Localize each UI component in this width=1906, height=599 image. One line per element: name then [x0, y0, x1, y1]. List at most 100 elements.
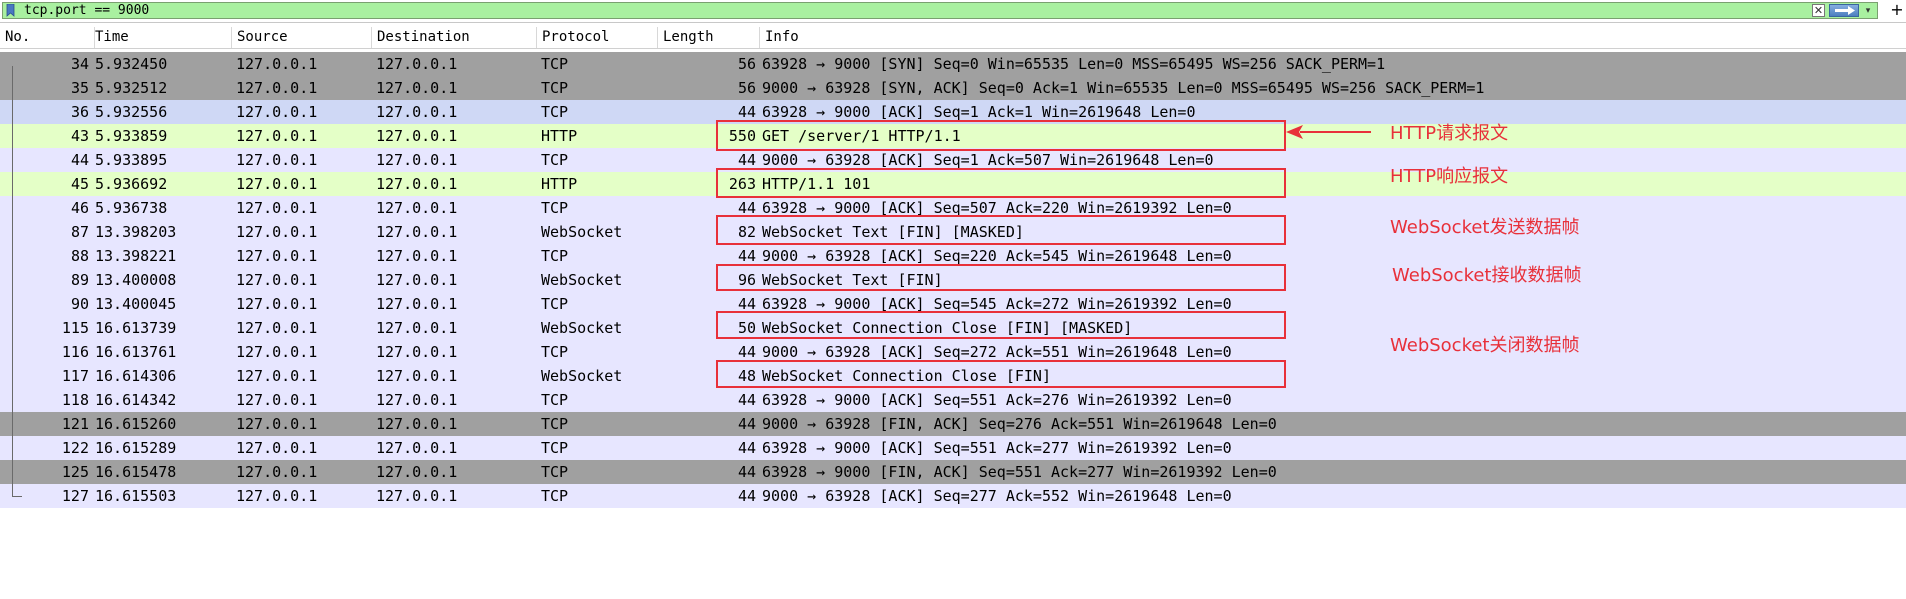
packet-time: 5.933859 [95, 127, 168, 145]
packet-protocol: WebSocket [541, 319, 623, 337]
packet-time: 5.932512 [95, 79, 168, 97]
packet-source: 127.0.0.1 [236, 271, 318, 289]
packet-number: 89 [70, 271, 89, 289]
bookmark-icon[interactable] [6, 4, 15, 17]
packet-info: 63928 → 9000 [ACK] Seq=551 Ack=277 Win=2… [762, 439, 1232, 457]
packet-protocol: TCP [541, 415, 569, 433]
packet-length: 44 [737, 487, 756, 505]
display-filter-input[interactable]: tcp.port == 9000 ✕ ▾ [2, 2, 1878, 19]
packet-destination: 127.0.0.1 [376, 247, 458, 265]
packet-source: 127.0.0.1 [236, 463, 318, 481]
filter-history-dropdown[interactable]: ▾ [1863, 5, 1873, 17]
column-header-destination[interactable]: Destination [372, 27, 537, 48]
packet-source: 127.0.0.1 [236, 151, 318, 169]
packet-row[interactable]: 34 5.932450 127.0.0.1 127.0.0.1 TCP 56 63928 →… [0, 52, 1906, 76]
column-header-protocol[interactable]: Protocol [537, 27, 658, 48]
packet-info: 63928 → 9000 [SYN] Seq=0 Win=65535 Len=0… [762, 55, 1386, 73]
highlight-box-http-response [716, 168, 1286, 198]
packet-row[interactable]: 125 16.615478 127.0.0.1 127.0.0.1 TCP 44 63928… [0, 460, 1906, 484]
filter-text: tcp.port == 9000 [24, 3, 150, 18]
highlight-box-ws-send [716, 215, 1286, 245]
packet-protocol: TCP [541, 295, 569, 313]
packet-source: 127.0.0.1 [236, 415, 318, 433]
add-filter-button[interactable]: + [1890, 1, 1904, 19]
packet-time: 13.398203 [95, 223, 177, 241]
packet-destination: 127.0.0.1 [376, 439, 458, 457]
packet-destination: 127.0.0.1 [376, 55, 458, 73]
packet-list-header: No. Time Source Destination Protocol Len… [0, 27, 1906, 49]
packet-source: 127.0.0.1 [236, 391, 318, 409]
packet-protocol: TCP [541, 391, 569, 409]
packet-destination: 127.0.0.1 [376, 487, 458, 505]
packet-destination: 127.0.0.1 [376, 367, 458, 385]
packet-row[interactable]: 121 16.615260 127.0.0.1 127.0.0.1 TCP 44 9000 … [0, 412, 1906, 436]
annotation-ws-close: WebSocket关闭数据帧 [1390, 335, 1580, 356]
packet-number: 36 [70, 103, 89, 121]
packet-time: 16.614306 [95, 367, 177, 385]
packet-number: 115 [61, 319, 89, 337]
packet-protocol: TCP [541, 439, 569, 457]
packet-info: 63928 → 9000 [ACK] Seq=551 Ack=276 Win=2… [762, 391, 1232, 409]
packet-number: 125 [61, 463, 89, 481]
column-header-info[interactable]: Info [760, 27, 1906, 48]
packet-time: 16.615478 [95, 463, 177, 481]
column-header-length[interactable]: Length [658, 27, 760, 48]
packet-time: 13.398221 [95, 247, 177, 265]
highlight-box-ws-close-1 [716, 311, 1286, 339]
packet-row[interactable]: 122 16.615289 127.0.0.1 127.0.0.1 TCP 44 63928… [0, 436, 1906, 460]
annotation-ws-send: WebSocket发送数据帧 [1390, 217, 1580, 238]
packet-protocol: TCP [541, 343, 569, 361]
packet-destination: 127.0.0.1 [376, 151, 458, 169]
packet-number: 122 [61, 439, 89, 457]
close-icon: ✕ [1813, 4, 1824, 17]
packet-number: 88 [70, 247, 89, 265]
packet-number: 90 [70, 295, 89, 313]
packet-number: 45 [70, 175, 89, 193]
packet-source: 127.0.0.1 [236, 343, 318, 361]
packet-destination: 127.0.0.1 [376, 271, 458, 289]
packet-protocol: TCP [541, 79, 569, 97]
packet-time: 5.936692 [95, 175, 168, 193]
packet-destination: 127.0.0.1 [376, 127, 458, 145]
packet-length: 56 [737, 55, 756, 73]
packet-protocol: WebSocket [541, 223, 623, 241]
highlight-box-ws-receive [716, 264, 1286, 291]
column-header-no[interactable]: No. [0, 27, 95, 48]
packet-time: 16.613739 [95, 319, 177, 337]
packet-length: 44 [737, 463, 756, 481]
packet-destination: 127.0.0.1 [376, 295, 458, 313]
plus-icon: + [1890, 0, 1904, 19]
packet-protocol: TCP [541, 103, 569, 121]
packet-destination: 127.0.0.1 [376, 79, 458, 97]
apply-filter-button[interactable] [1829, 4, 1859, 17]
packet-protocol: TCP [541, 55, 569, 73]
packet-time: 5.932450 [95, 55, 168, 73]
packet-protocol: TCP [541, 247, 569, 265]
packet-source: 127.0.0.1 [236, 175, 318, 193]
packet-time: 5.936738 [95, 199, 168, 217]
packet-destination: 127.0.0.1 [376, 319, 458, 337]
conversation-tree-end [12, 496, 22, 497]
packet-row[interactable]: 127 16.615503 127.0.0.1 127.0.0.1 TCP 44 9000 … [0, 484, 1906, 508]
packet-number: 43 [70, 127, 89, 145]
packet-time: 16.615260 [95, 415, 177, 433]
column-header-time[interactable]: Time [90, 27, 232, 48]
packet-info: 9000 → 63928 [ACK] Seq=277 Ack=552 Win=2… [762, 487, 1232, 505]
packet-time: 13.400008 [95, 271, 177, 289]
packet-destination: 127.0.0.1 [376, 463, 458, 481]
packet-destination: 127.0.0.1 [376, 103, 458, 121]
packet-destination: 127.0.0.1 [376, 175, 458, 193]
packet-row[interactable]: 118 16.614342 127.0.0.1 127.0.0.1 TCP 44 63928… [0, 388, 1906, 412]
column-header-source[interactable]: Source [232, 27, 372, 48]
clear-filter-button[interactable]: ✕ [1812, 4, 1825, 17]
packet-number: 118 [61, 391, 89, 409]
packet-protocol: TCP [541, 463, 569, 481]
packet-time: 5.933895 [95, 151, 168, 169]
highlight-box-http-request [716, 120, 1286, 151]
packet-number: 87 [70, 223, 89, 241]
packet-number: 46 [70, 199, 89, 217]
packet-time: 13.400045 [95, 295, 177, 313]
packet-source: 127.0.0.1 [236, 439, 318, 457]
packet-destination: 127.0.0.1 [376, 223, 458, 241]
packet-row[interactable]: 35 5.932512 127.0.0.1 127.0.0.1 TCP 56 9000 → … [0, 76, 1906, 100]
